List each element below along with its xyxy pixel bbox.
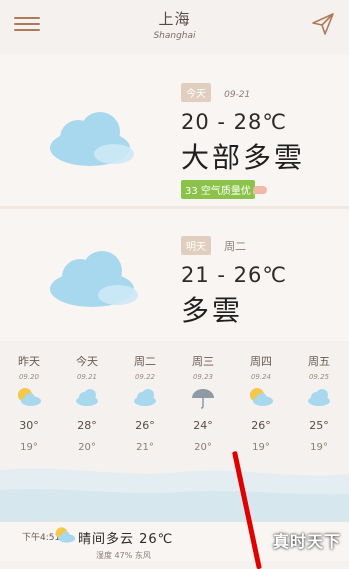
tomorrow-temp-range: 21 - 26℃ <box>181 263 287 287</box>
umbrella-icon <box>174 387 232 409</box>
today-card[interactable]: 今天 09-21 20 - 28℃ 大部多雲 33 空气质量优 <box>0 54 349 206</box>
forecast-day-label: 周五 <box>308 355 330 368</box>
partly-sunny-icon <box>232 387 290 409</box>
today-date: 09-21 <box>224 90 251 100</box>
forecast-date: 09.21 <box>76 373 98 381</box>
forecast-date: 09.22 <box>134 373 156 381</box>
cloud-icon <box>50 251 138 307</box>
forecast-low: 19° <box>310 442 328 453</box>
forecast-day[interactable]: 周四 09.24 26° 19° <box>232 345 290 453</box>
forecast-day-label: 周二 <box>134 355 156 368</box>
forecast-high: 24° <box>193 419 213 432</box>
paper-plane-icon[interactable] <box>311 12 335 36</box>
forecast-day[interactable]: 昨天 09.20 30° 19° <box>0 345 58 453</box>
cloud-icon <box>58 387 116 409</box>
forecast-high: 25° <box>309 419 329 432</box>
forecast-low: 21° <box>136 442 154 453</box>
tomorrow-card[interactable]: 明天 周二 21 - 26℃ 多雲 <box>0 209 349 341</box>
partly-sunny-icon <box>55 527 76 543</box>
forecast-low: 20° <box>78 442 96 453</box>
today-condition: 大部多雲 <box>181 141 306 174</box>
forecast-high: 30° <box>19 419 39 432</box>
watermark: 真时天下 <box>272 532 341 551</box>
forecast-day[interactable]: 周二 09.22 26° 21° <box>116 345 174 453</box>
leaf-icon <box>252 185 267 194</box>
forecast-day[interactable]: 周三 09.23 24° 20° <box>174 345 232 453</box>
aqi-badge[interactable]: 33 空气质量优 <box>181 180 255 199</box>
forecast-day[interactable]: 今天 09.21 28° 20° <box>58 345 116 453</box>
current-details: 湿度 47% 东风 <box>96 551 151 560</box>
city-pinyin: Shanghai <box>153 31 196 41</box>
today-info: 今天 09-21 20 - 28℃ 大部多雲 33 空气质量优 <box>181 82 305 199</box>
tomorrow-weekday: 周二 <box>224 240 247 253</box>
forecast-day[interactable]: 周五 09.25 25° 19° <box>290 345 348 453</box>
tomorrow-condition: 多雲 <box>181 294 244 327</box>
forecast-low: 19° <box>252 442 270 453</box>
forecast-high: 28° <box>77 419 97 432</box>
partly-sunny-icon <box>0 387 58 409</box>
forecast-high: 26° <box>135 419 155 432</box>
cloud-icon <box>116 387 174 409</box>
forecast-low: 20° <box>194 442 212 453</box>
forecast-date: 09.23 <box>192 373 214 381</box>
temperature-wave <box>0 468 349 521</box>
tomorrow-badge: 明天 <box>181 236 211 255</box>
forecast-low: 19° <box>20 442 38 453</box>
today-badge: 今天 <box>181 83 211 102</box>
forecast-day-label: 今天 <box>76 355 98 368</box>
cloud-icon <box>50 112 134 166</box>
forecast-day-label: 周四 <box>250 355 272 368</box>
forecast-date: 09.25 <box>308 373 330 381</box>
forecast-date: 09.20 <box>18 373 40 381</box>
today-temp-range: 20 - 28℃ <box>181 110 287 134</box>
city-title[interactable]: 上海 Shanghai <box>0 8 349 41</box>
forecast-day-label: 昨天 <box>18 355 40 368</box>
current-weather: 晴间多云 26℃ <box>78 532 174 547</box>
top-bar: 上海 Shanghai <box>0 0 349 54</box>
forecast-high: 26° <box>251 419 271 432</box>
city-name: 上海 <box>158 10 191 28</box>
forecast-strip[interactable]: 昨天 09.20 30° 19° 今天 09.21 28° 20° 周二 09.… <box>0 345 349 521</box>
cloud-icon <box>290 387 348 409</box>
forecast-date: 09.24 <box>250 373 272 381</box>
forecast-day-label: 周三 <box>192 355 214 368</box>
tomorrow-info: 明天 周二 21 - 26℃ 多雲 <box>181 235 287 329</box>
